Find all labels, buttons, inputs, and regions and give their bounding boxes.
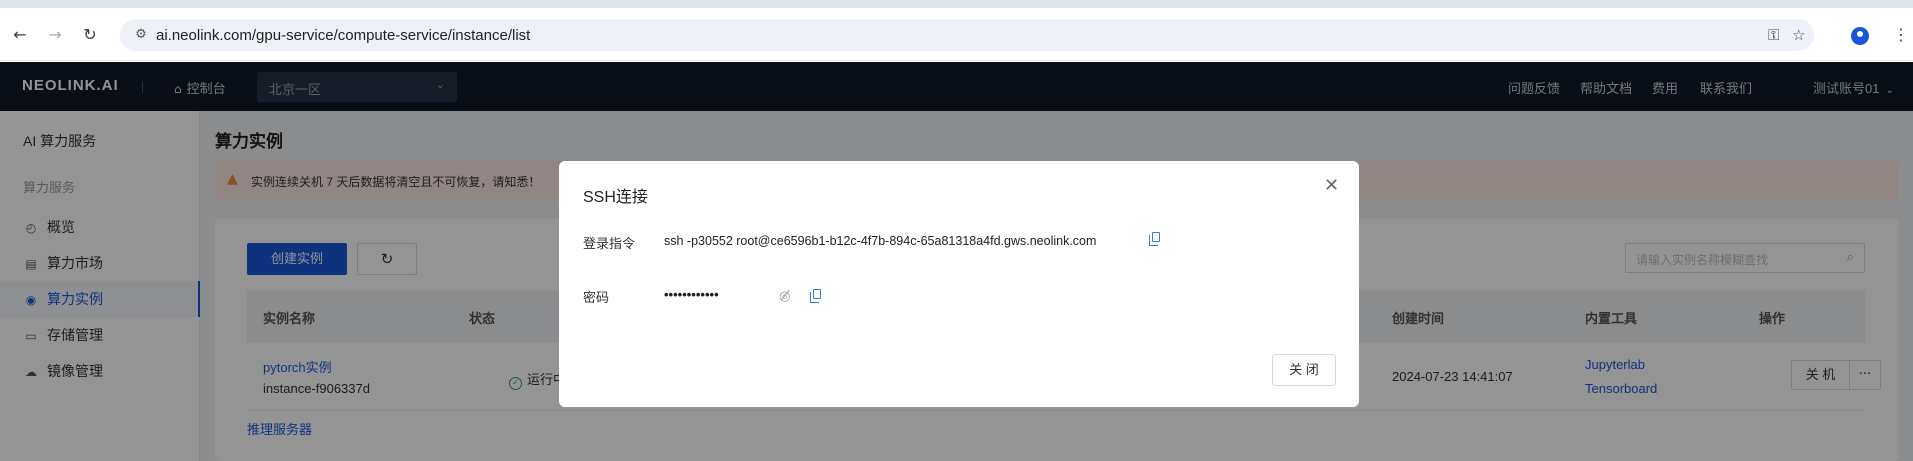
key-icon[interactable]: ⚿: [1768, 26, 1779, 44]
close-icon[interactable]: ✕: [1324, 175, 1339, 196]
url-text[interactable]: ai.neolink.com/gpu-service/compute-servi…: [156, 27, 530, 44]
browser-tab-strip: [0, 0, 1913, 8]
profile-icon[interactable]: [1851, 27, 1869, 45]
address-bar[interactable]: ⚙ ai.neolink.com/gpu-service/compute-ser…: [120, 19, 1814, 51]
dialog-title: SSH连接: [583, 189, 648, 206]
login-command-label: 登录指令: [583, 236, 636, 251]
menu-icon[interactable]: ⋮: [1893, 25, 1909, 44]
password-label: 密码: [583, 290, 610, 305]
copy-password-icon[interactable]: [810, 289, 821, 303]
eye-off-icon[interactable]: ◎̸: [779, 289, 790, 304]
ssh-connection-dialog: SSH连接 ✕ 登录指令 ssh -p30552 root@ce6596b1-b…: [559, 161, 1359, 407]
site-info-icon[interactable]: ⚙: [132, 26, 150, 44]
close-button[interactable]: 关 闭: [1272, 354, 1336, 386]
password-value: ••••••••••••: [664, 287, 719, 302]
login-command-value: ssh -p30552 root@ce6596b1-b12c-4f7b-894c…: [664, 234, 1097, 248]
browser-toolbar: ← → ↻ ⚙ ai.neolink.com/gpu-service/compu…: [0, 8, 1913, 61]
copy-command-icon[interactable]: [1149, 232, 1160, 246]
star-icon[interactable]: ☆: [1792, 26, 1805, 44]
reload-icon[interactable]: ↻: [80, 25, 100, 45]
back-icon[interactable]: ←: [10, 25, 30, 45]
forward-icon[interactable]: →: [45, 25, 65, 45]
